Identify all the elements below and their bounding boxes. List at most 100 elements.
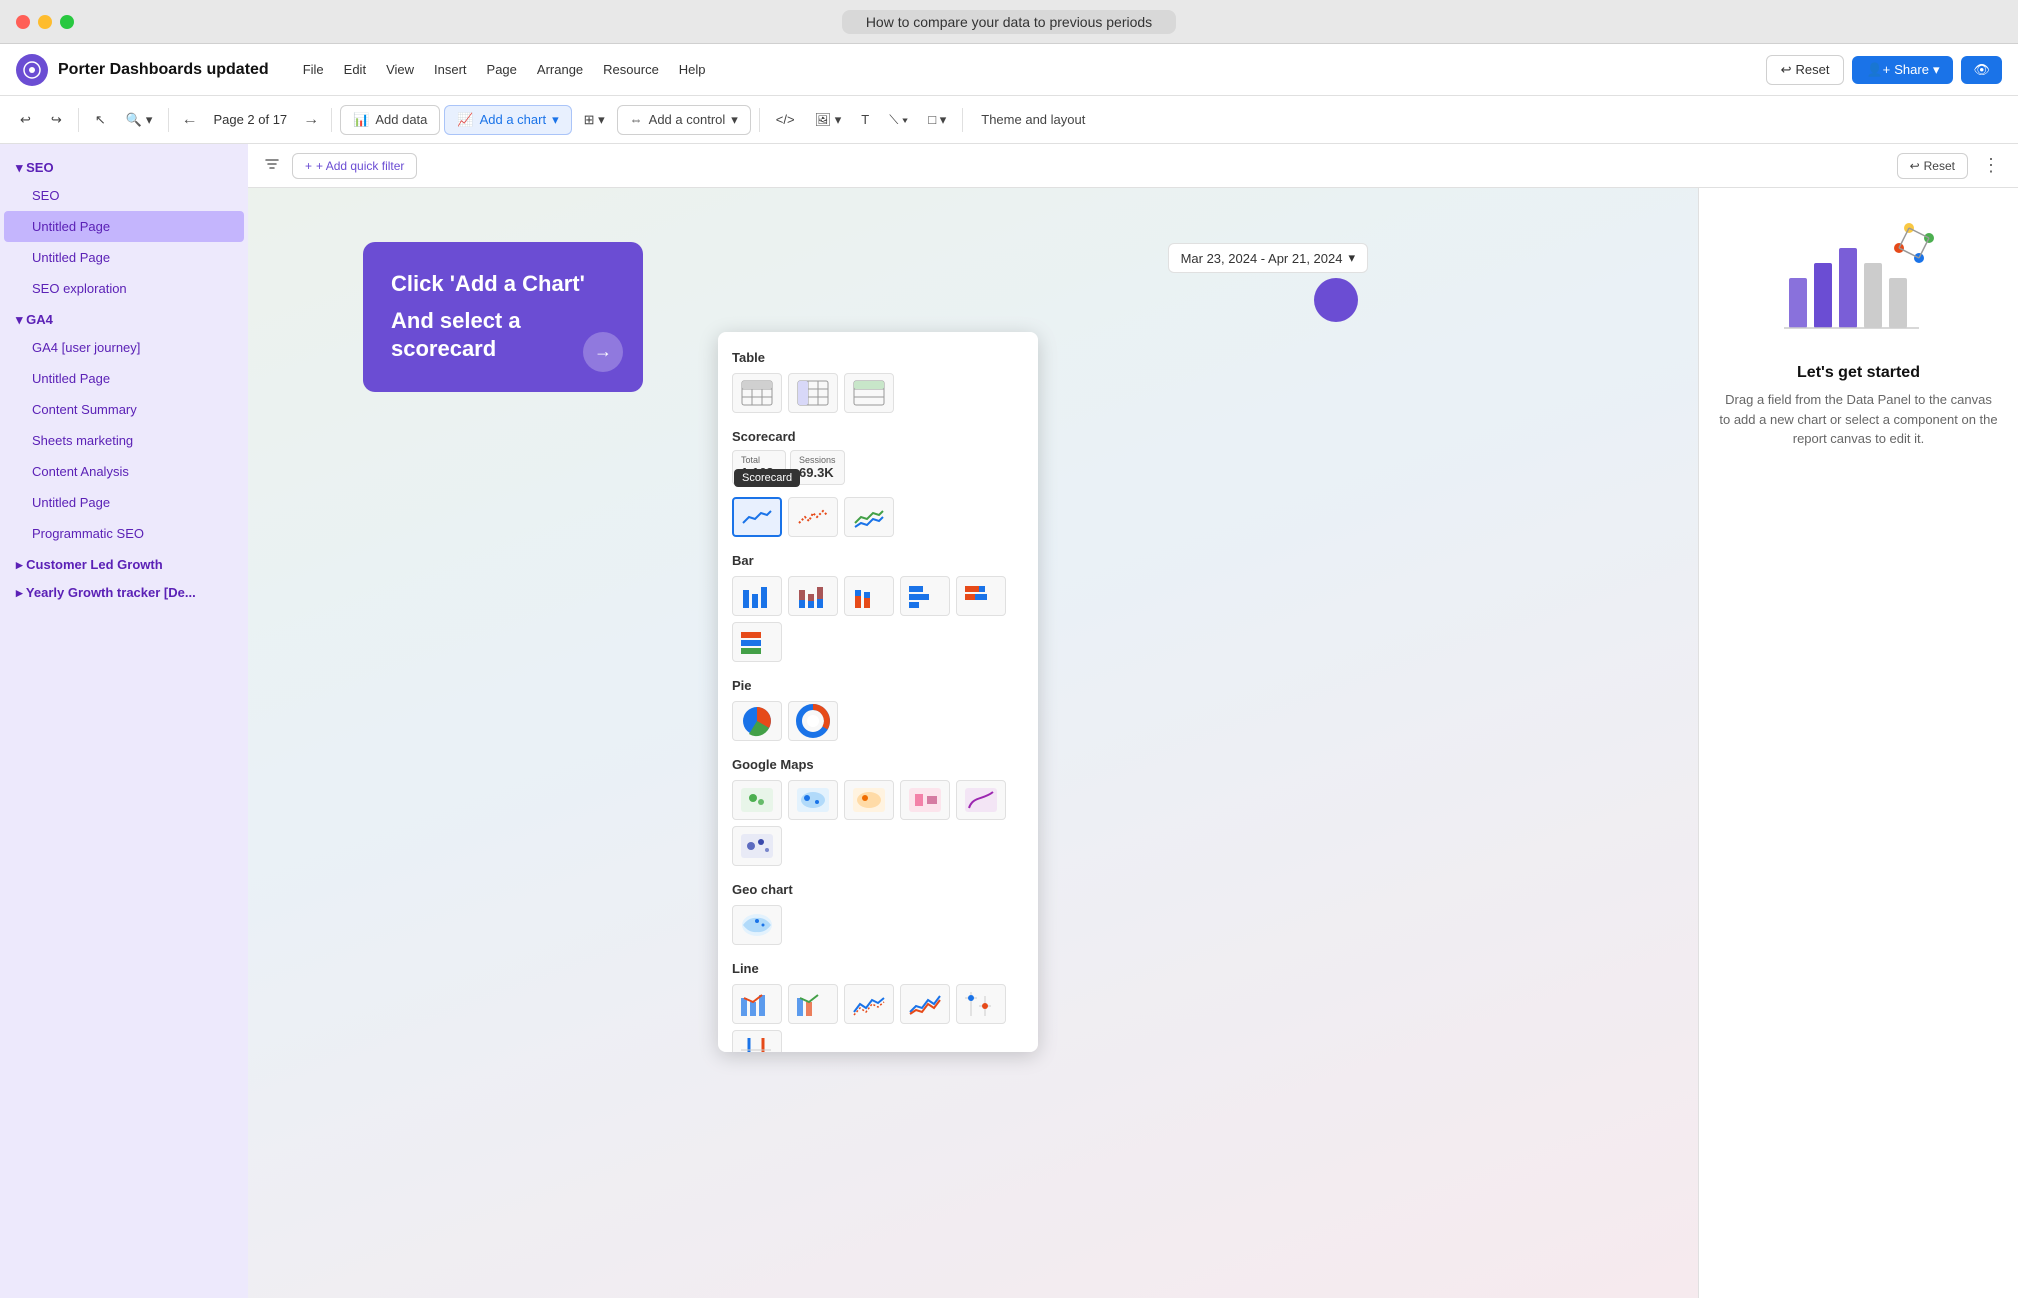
chart-icon-line2[interactable] [788,984,838,1024]
sidebar-item-untitled3[interactable]: Untitled Page [4,363,244,394]
sidebar-item-untitled2[interactable]: Untitled Page [4,242,244,273]
chart-icon-bar2[interactable] [788,576,838,616]
sidebar-group-customer-led[interactable]: ▸ Customer Led Growth [0,549,248,577]
filter-more-button[interactable]: ⋮ [1976,153,2006,178]
chart-icon-line6[interactable] [732,1030,782,1052]
chart-icon-table3[interactable] [844,373,894,413]
right-panel-title: Let's get started [1797,364,1920,382]
chart-icon-bar5[interactable] [956,576,1006,616]
sidebar-item-untitled4[interactable]: Untitled Page [4,487,244,518]
close-button[interactable] [16,15,30,29]
menu-page[interactable]: Page [477,56,527,83]
chart-icon-line1[interactable] [732,984,782,1024]
scorecard-tooltip: Scorecard [734,469,800,487]
line-icons-row [718,980,1038,1052]
chart-grid-button[interactable]: ⊞ ▾ [576,106,613,134]
sidebar-item-ga4-user-journey[interactable]: GA4 [user journey] [4,332,244,363]
chart-icon-map1[interactable] [732,780,782,820]
sidebar-group-yearly[interactable]: ▸ Yearly Growth tracker [De... [0,577,248,605]
shape-button[interactable]: □ ▾ [920,106,954,134]
chart-icon-table2[interactable] [788,373,838,413]
sidebar-group-ga4[interactable]: ▾ GA4 [0,304,248,332]
chart-icon-bar6[interactable] [732,622,782,662]
menu-edit[interactable]: Edit [334,56,376,83]
tooltip-text-line1: Click 'Add a Chart' [391,270,615,299]
chart-icon-scorecard-line2[interactable] [788,497,838,537]
chart-icon-pie1[interactable] [732,701,782,741]
plus-icon: + [305,159,312,173]
geo-icons-row [718,901,1038,953]
maximize-button[interactable] [60,15,74,29]
add-chart-label: Add a chart [480,112,547,127]
line-button[interactable]: ⟍ ▾ [881,106,916,134]
right-panel: Let's get started Drag a field from the … [1698,188,2018,1298]
filter-icon-button[interactable] [260,152,284,179]
date-range-label: Mar 23, 2024 - Apr 21, 2024 [1181,251,1343,266]
dropdown-section-pie: Pie [718,670,1038,697]
sidebar-item-seo-exploration[interactable]: SEO exploration [4,273,244,304]
dropdown-section-table: Table [718,342,1038,369]
reset-button[interactable]: ↩ Reset [1766,55,1845,85]
add-quick-filter-button[interactable]: + + Add quick filter [292,153,417,179]
chart-icon-map6[interactable] [732,826,782,866]
menu-insert[interactable]: Insert [424,56,477,83]
dropdown-section-geo: Geo chart [718,874,1038,901]
sidebar-item-content-analysis[interactable]: Content Analysis [4,456,244,487]
dropdown-section-bar: Bar [718,545,1038,572]
chart-icon-bar1[interactable] [732,576,782,616]
sidebar-item-untitled1[interactable]: Untitled Page [4,211,244,242]
chart-icon-scorecard-line1[interactable]: Scorecard [732,497,782,537]
right-panel-illustration [1779,208,1939,348]
menu-resource[interactable]: Resource [593,56,669,83]
text-button[interactable]: T [853,106,877,133]
next-page-button[interactable]: → [299,109,323,131]
chart-icon-geo1[interactable] [732,905,782,945]
menu-view[interactable]: View [376,56,424,83]
chart-icon-map5[interactable] [956,780,1006,820]
chart-icon-line4[interactable] [900,984,950,1024]
chart-icon-pie2[interactable] [788,701,838,741]
app-title: Porter Dashboards updated [58,61,269,79]
menu-arrange[interactable]: Arrange [527,56,593,83]
menu-help[interactable]: Help [669,56,716,83]
sidebar-item-sheets-marketing[interactable]: Sheets marketing [4,425,244,456]
view-button[interactable]: 👁 [1961,56,2002,84]
sidebar-item-content-summary[interactable]: Content Summary [4,394,244,425]
menu-file[interactable]: File [293,56,334,83]
share-button[interactable]: 👤+ Share ▾ [1852,56,1953,84]
add-control-button[interactable]: ⇔ Add a control ▾ [617,105,751,135]
scorecard-line-icons-row: Scorecard [718,493,1038,545]
chart-icon-bar4[interactable] [900,576,950,616]
zoom-button[interactable]: 🔍 ▾ [118,106,161,134]
title-bar: How to compare your data to previous per… [0,0,2018,44]
divider4 [759,108,760,132]
image-button[interactable]: 🖼 ▾ [807,106,850,134]
bar-icons-row [718,572,1038,670]
add-chart-icon: 📈 [457,112,473,128]
add-data-button[interactable]: 📊 Add data [340,105,440,135]
sidebar-group-seo[interactable]: ▾ SEO [0,152,248,180]
filter-reset-button[interactable]: ↩ Reset [1897,153,1968,179]
chart-icon-line3[interactable] [844,984,894,1024]
undo-button[interactable]: ↩ [12,106,39,134]
sidebar-item-seo[interactable]: SEO [4,180,244,211]
theme-layout-button[interactable]: Theme and layout [971,106,1095,133]
prev-page-button[interactable]: ← [177,109,201,131]
chart-icon-map3[interactable] [844,780,894,820]
chart-icon-table1[interactable] [732,373,782,413]
redo-button[interactable]: ↪ [43,106,70,134]
date-range-selector[interactable]: Mar 23, 2024 - Apr 21, 2024 ▾ [1168,243,1368,273]
chart-icon-map4[interactable] [900,780,950,820]
cursor-tool[interactable]: ↖ [87,106,114,134]
sidebar-item-programmatic-seo[interactable]: Programmatic SEO [4,518,244,549]
chart-icon-bar3[interactable] [844,576,894,616]
google-maps-icons-row [718,776,1038,874]
toolbar: ↩ ↪ ↖ 🔍 ▾ ← Page 2 of 17 → 📊 Add data 📈 … [0,96,2018,144]
chart-icon-line5[interactable] [956,984,1006,1024]
tooltip-arrow-button[interactable]: → [583,332,623,372]
add-chart-button[interactable]: 📈 Add a chart ▾ [444,105,571,135]
chart-icon-scorecard-line3[interactable] [844,497,894,537]
minimize-button[interactable] [38,15,52,29]
code-button[interactable]: </> [768,106,803,133]
chart-icon-map2[interactable] [788,780,838,820]
